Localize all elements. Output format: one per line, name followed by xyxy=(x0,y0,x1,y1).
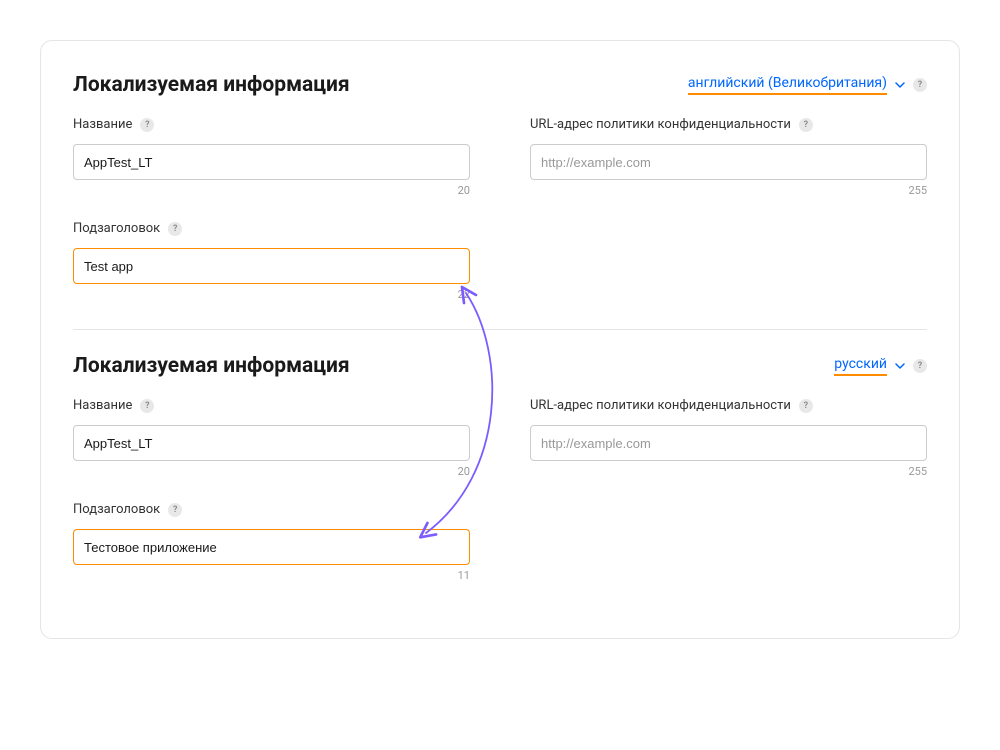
language-selector[interactable]: английский (Великобритания) ? xyxy=(688,75,927,95)
help-icon[interactable]: ? xyxy=(168,222,182,236)
privacy-url-input[interactable] xyxy=(530,144,927,180)
char-limit: 255 xyxy=(530,184,927,197)
subtitle-label: Подзаголовок xyxy=(73,221,160,236)
chevron-down-icon xyxy=(895,361,905,371)
field-label-row: Подзаголовок ? xyxy=(73,502,470,517)
field-label-row: Подзаголовок ? xyxy=(73,221,470,236)
form-row: Название ? 20 URL-адрес политики конфиде… xyxy=(73,117,927,197)
language-link[interactable]: английский (Великобритания) xyxy=(688,75,887,95)
char-limit: 255 xyxy=(530,465,927,478)
help-icon[interactable]: ? xyxy=(799,399,813,413)
help-icon[interactable]: ? xyxy=(913,78,927,92)
section-title: Локализуемая информация xyxy=(73,73,350,97)
help-icon[interactable]: ? xyxy=(140,118,154,132)
name-input[interactable] xyxy=(73,425,470,461)
char-limit: 20 xyxy=(73,184,470,197)
privacy-url-input[interactable] xyxy=(530,425,927,461)
char-limit: 22 xyxy=(73,288,470,301)
empty-col xyxy=(530,221,927,301)
privacy-url-field-group: URL-адрес политики конфиденциальности ? … xyxy=(530,398,927,478)
char-limit: 11 xyxy=(73,569,470,582)
subtitle-input[interactable] xyxy=(73,248,470,284)
form-row: Подзаголовок ? 22 xyxy=(73,221,927,301)
section-title: Локализуемая информация xyxy=(73,354,350,378)
help-icon[interactable]: ? xyxy=(140,399,154,413)
subtitle-field-group: Подзаголовок ? 11 xyxy=(73,502,470,582)
help-icon[interactable]: ? xyxy=(799,118,813,132)
name-label: Название xyxy=(73,117,132,132)
form-row: Подзаголовок ? 11 xyxy=(73,502,927,582)
localization-card: Локализуемая информация английский (Вели… xyxy=(40,40,960,639)
section-header: Локализуемая информация русский ? xyxy=(73,354,927,378)
char-limit: 20 xyxy=(73,465,470,478)
privacy-url-label: URL-адрес политики конфиденциальности xyxy=(530,117,791,132)
help-icon[interactable]: ? xyxy=(913,359,927,373)
name-field-group: Название ? 20 xyxy=(73,398,470,478)
field-label-row: URL-адрес политики конфиденциальности ? xyxy=(530,117,927,132)
subtitle-input[interactable] xyxy=(73,529,470,565)
subtitle-field-group: Подзаголовок ? 22 xyxy=(73,221,470,301)
privacy-url-field-group: URL-адрес политики конфиденциальности ? … xyxy=(530,117,927,197)
form-row: Название ? 20 URL-адрес политики конфиде… xyxy=(73,398,927,478)
field-label-row: URL-адрес политики конфиденциальности ? xyxy=(530,398,927,413)
name-input[interactable] xyxy=(73,144,470,180)
privacy-url-label: URL-адрес политики конфиденциальности xyxy=(530,398,791,413)
language-link[interactable]: русский xyxy=(834,356,887,376)
field-label-row: Название ? xyxy=(73,398,470,413)
chevron-down-icon xyxy=(895,80,905,90)
help-icon[interactable]: ? xyxy=(168,503,182,517)
name-field-group: Название ? 20 xyxy=(73,117,470,197)
locale-section-en-gb: Локализуемая информация английский (Вели… xyxy=(73,73,927,301)
empty-col xyxy=(530,502,927,582)
subtitle-label: Подзаголовок xyxy=(73,502,160,517)
locale-section-ru: Локализуемая информация русский ? Назван… xyxy=(73,329,927,582)
language-selector[interactable]: русский ? xyxy=(834,356,927,376)
field-label-row: Название ? xyxy=(73,117,470,132)
section-header: Локализуемая информация английский (Вели… xyxy=(73,73,927,97)
name-label: Название xyxy=(73,398,132,413)
